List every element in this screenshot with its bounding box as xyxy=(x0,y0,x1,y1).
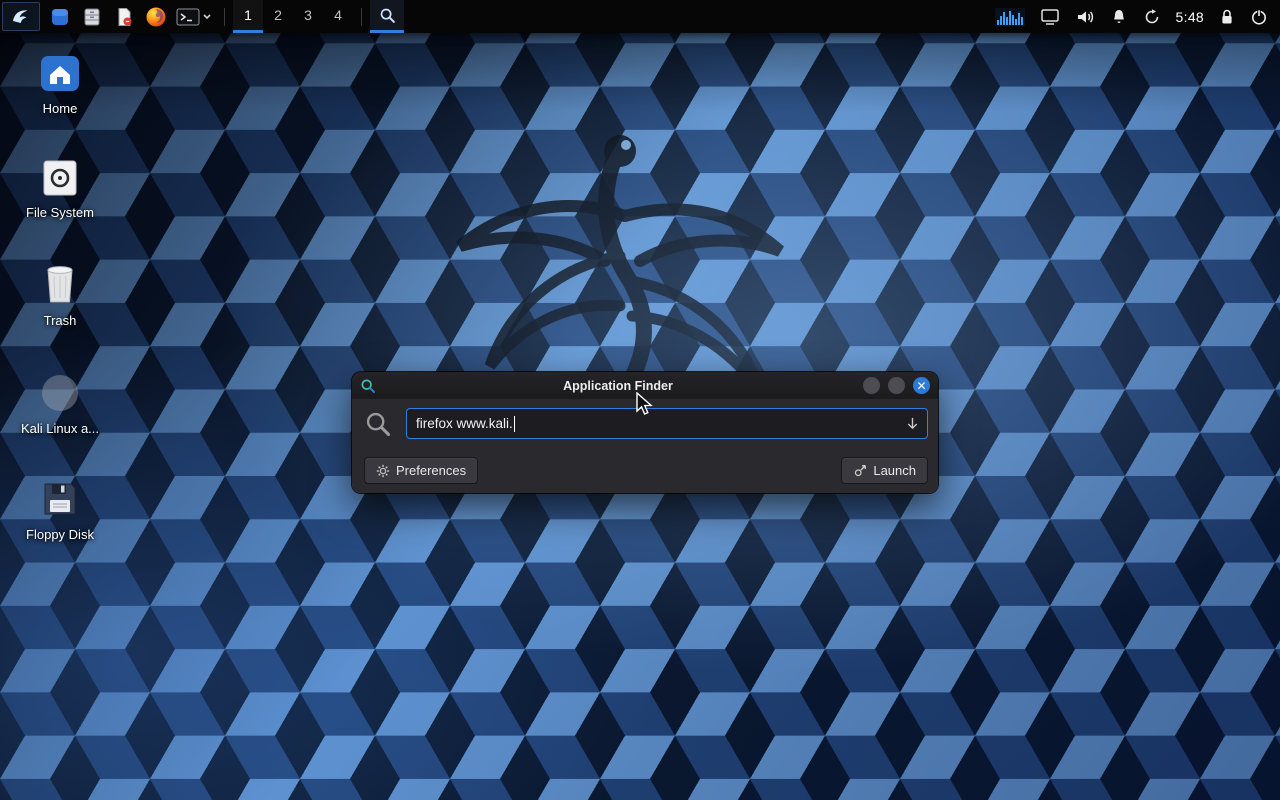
gear-icon xyxy=(376,464,390,478)
search-input[interactable]: firefox www.kali. xyxy=(406,408,928,439)
mouse-cursor xyxy=(633,392,655,416)
app-finder-task-icon xyxy=(379,7,396,24)
text-editor-icon xyxy=(114,7,134,27)
panel-separator xyxy=(361,8,362,26)
desktop-icon-trash[interactable]: Trash xyxy=(8,262,112,328)
updates-icon[interactable] xyxy=(1143,8,1161,26)
desktop-icon-label: File System xyxy=(26,205,94,220)
file-manager-launcher[interactable] xyxy=(44,0,76,33)
desktop-icon-file-system[interactable]: File System xyxy=(8,158,112,220)
text-editor-launcher[interactable] xyxy=(108,0,140,33)
workspace-1-label: 1 xyxy=(244,7,252,23)
workspace-3[interactable]: 3 xyxy=(293,0,323,33)
launch-icon xyxy=(853,464,867,478)
trash-icon xyxy=(40,262,80,306)
text-cursor xyxy=(514,416,515,432)
clock[interactable]: 5:48 xyxy=(1176,9,1204,25)
desktop-icon-label: Floppy Disk xyxy=(26,527,94,542)
launch-label: Launch xyxy=(873,463,916,478)
files-launcher[interactable] xyxy=(76,0,108,33)
workspace-4[interactable]: 4 xyxy=(323,0,353,33)
desktop-icon-floppy-disk[interactable]: Floppy Disk xyxy=(8,478,112,542)
kali-menu-button[interactable] xyxy=(2,2,40,31)
desktop: 1 2 3 4 xyxy=(0,0,1280,800)
desktop-icon-label: Home xyxy=(43,101,78,116)
firefox-icon xyxy=(145,6,167,28)
volume-icon[interactable] xyxy=(1075,8,1095,26)
floppy-disk-icon xyxy=(39,478,81,520)
top-panel: 1 2 3 4 xyxy=(0,0,1280,33)
application-finder-window: Application Finder ✕ firefox www.kali. xyxy=(352,372,938,493)
workspace-1[interactable]: 1 xyxy=(233,0,263,33)
terminal-launcher[interactable] xyxy=(172,0,216,33)
search-text: firefox www.kali. xyxy=(416,416,513,431)
minimize-button[interactable] xyxy=(863,377,880,394)
close-button[interactable]: ✕ xyxy=(913,377,930,394)
launch-button[interactable]: Launch xyxy=(841,457,928,484)
workspace-4-label: 4 xyxy=(334,7,342,23)
desktop-icon-label: Trash xyxy=(44,313,77,328)
dropdown-arrow-icon[interactable] xyxy=(905,416,920,436)
chevron-down-icon xyxy=(204,15,210,18)
audio-graph-icon[interactable] xyxy=(995,8,1025,26)
file-manager-icon xyxy=(50,7,70,27)
taskbar-app-finder[interactable] xyxy=(370,0,404,33)
panel-separator xyxy=(224,8,225,26)
desktop-icon-home[interactable]: Home xyxy=(8,54,112,116)
power-icon[interactable] xyxy=(1250,8,1268,26)
files-icon xyxy=(82,7,102,27)
home-icon xyxy=(37,54,83,94)
firefox-launcher[interactable] xyxy=(140,0,172,33)
app-finder-icon xyxy=(360,378,376,394)
desktop-icon-label: Kali Linux a... xyxy=(21,421,99,436)
preferences-button[interactable]: Preferences xyxy=(364,457,478,484)
terminal-icon xyxy=(177,9,199,25)
display-icon[interactable] xyxy=(1040,8,1060,26)
panel-tray: 5:48 xyxy=(995,8,1280,26)
workspace-2[interactable]: 2 xyxy=(263,0,293,33)
lock-icon[interactable] xyxy=(1219,8,1235,26)
kali-menu-icon xyxy=(11,7,31,27)
search-icon xyxy=(364,410,392,438)
workspace-2-label: 2 xyxy=(274,7,282,23)
workspace-3-label: 3 xyxy=(304,7,312,23)
kali-docs-icon xyxy=(38,372,82,414)
preferences-label: Preferences xyxy=(396,463,466,478)
bell-icon[interactable] xyxy=(1110,8,1128,26)
desktop-icon-kali-linux[interactable]: Kali Linux a... xyxy=(8,372,112,436)
maximize-button[interactable] xyxy=(888,377,905,394)
window-title: Application Finder xyxy=(390,379,846,393)
file-system-icon xyxy=(38,158,82,198)
